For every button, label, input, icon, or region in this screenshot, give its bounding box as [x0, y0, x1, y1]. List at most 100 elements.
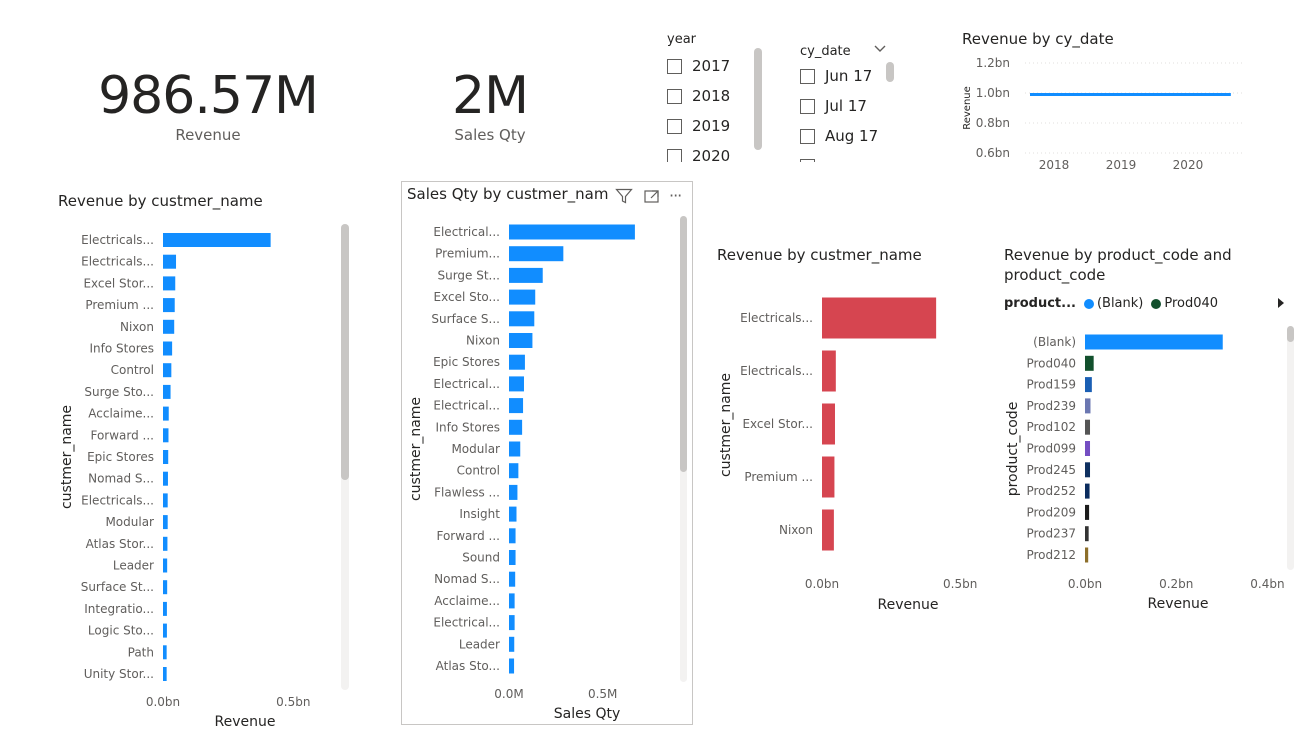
year-option-2019[interactable]: 2019	[667, 111, 767, 141]
checkbox[interactable]	[667, 118, 682, 134]
legend-item-blank[interactable]: (Blank)	[1097, 296, 1143, 311]
sales-qty-by-customer-chart[interactable]: 0.0M 0.5M Sales Qty custmer_name Electrical.…	[404, 208, 684, 724]
bar[interactable]	[163, 580, 168, 595]
category-label: Excel Stor...	[83, 276, 154, 290]
bar[interactable]	[509, 246, 564, 262]
bar[interactable]	[163, 406, 169, 421]
bar[interactable]	[163, 254, 177, 269]
bar[interactable]	[1085, 483, 1090, 499]
bar[interactable]	[509, 267, 543, 283]
sales-qty-card[interactable]: 2M Sales Qty	[400, 66, 580, 161]
bar[interactable]	[163, 645, 167, 660]
category-label: Electrical...	[433, 225, 500, 239]
bar[interactable]	[1085, 334, 1223, 350]
bar[interactable]	[163, 450, 169, 464]
revenue-card[interactable]: 986.57M Revenue	[88, 66, 328, 161]
bar[interactable]	[509, 484, 518, 500]
bar[interactable]	[1085, 419, 1091, 435]
bar[interactable]	[1085, 355, 1094, 371]
bar[interactable]	[509, 593, 515, 609]
bar[interactable]	[509, 311, 535, 327]
checkbox[interactable]	[800, 128, 815, 144]
rev-prod-scroll-track[interactable]	[1287, 326, 1294, 570]
bar[interactable]	[1085, 526, 1089, 542]
revenue-line-chart[interactable]: 1.2bn 1.0bn 0.8bn 0.6bn 2018 2019 2020 Revenue	[955, 52, 1255, 177]
bar[interactable]	[163, 601, 167, 616]
bar[interactable]	[163, 493, 168, 508]
bar[interactable]	[509, 376, 524, 392]
bar[interactable]	[1085, 377, 1092, 393]
bar[interactable]	[509, 354, 525, 370]
bar[interactable]	[163, 558, 168, 573]
bar[interactable]	[822, 403, 835, 445]
revenue-by-customer-top-chart[interactable]: 0.0bn 0.5bn Revenue custmer_name Electricals…	[712, 280, 992, 615]
bar[interactable]	[1085, 398, 1091, 414]
date-option-jun-17[interactable]: Jun 17	[800, 61, 900, 91]
bar[interactable]	[163, 341, 173, 356]
bar[interactable]	[163, 515, 168, 530]
bar[interactable]	[509, 571, 516, 587]
bar[interactable]	[509, 550, 516, 565]
more-options-icon[interactable]: ···	[669, 186, 682, 205]
bar[interactable]	[509, 658, 515, 674]
bar[interactable]	[163, 384, 171, 399]
bar[interactable]	[509, 419, 523, 435]
bar[interactable]	[822, 456, 835, 498]
revenue-by-product-chart[interactable]: 0.0bn 0.2bn 0.4bn Revenue product_code (Blank…	[1000, 320, 1285, 615]
year-option-2017[interactable]: 2017	[667, 51, 767, 81]
bar[interactable]	[163, 667, 167, 681]
bar[interactable]	[509, 398, 524, 414]
bar[interactable]	[163, 276, 176, 291]
category-label: Surge Sto...	[84, 385, 154, 399]
bar[interactable]	[509, 333, 533, 348]
date-option-partial[interactable]	[800, 151, 900, 162]
bar[interactable]	[163, 471, 168, 486]
checkbox[interactable]	[667, 58, 682, 74]
bar[interactable]	[509, 636, 515, 652]
legend-item-prod040[interactable]: Prod040	[1164, 296, 1218, 311]
focus-mode-icon[interactable]	[643, 188, 661, 204]
checkbox[interactable]	[800, 158, 815, 162]
bar[interactable]	[509, 506, 517, 522]
bar[interactable]	[163, 363, 172, 378]
year-option-label: 2017	[692, 57, 731, 75]
chevron-down-icon[interactable]	[873, 44, 887, 54]
bar[interactable]	[1085, 504, 1090, 520]
qty-cust-scrollbar[interactable]	[680, 216, 687, 472]
bar[interactable]	[822, 350, 836, 392]
bar[interactable]	[822, 297, 937, 339]
bar[interactable]	[163, 319, 175, 334]
year-option-2018[interactable]: 2018	[667, 81, 767, 111]
checkbox[interactable]	[667, 88, 682, 104]
bar[interactable]	[1085, 462, 1091, 478]
bar[interactable]	[509, 528, 516, 544]
bar[interactable]	[163, 233, 271, 247]
checkbox[interactable]	[667, 148, 682, 162]
bar[interactable]	[163, 623, 167, 638]
rev-cust-scrollbar[interactable]	[341, 224, 349, 480]
cy-date-slicer-scrollbar[interactable]	[886, 62, 894, 82]
bar[interactable]	[163, 428, 169, 443]
filter-icon[interactable]	[615, 188, 633, 204]
bar[interactable]	[509, 224, 635, 240]
bar[interactable]	[163, 298, 175, 313]
year-slicer-scrollbar[interactable]	[754, 48, 762, 150]
bar[interactable]	[1085, 547, 1089, 563]
date-option-aug-17[interactable]: Aug 17	[800, 121, 900, 151]
bar[interactable]	[509, 615, 515, 631]
revenue-by-customer-chart[interactable]: 0.0bn 0.5bnRevenue custmer_name Electricals…	[55, 215, 355, 732]
bar[interactable]	[163, 536, 168, 551]
bar[interactable]	[509, 463, 519, 479]
checkbox[interactable]	[800, 98, 815, 114]
date-option-jul-17[interactable]: Jul 17	[800, 91, 900, 121]
bar[interactable]	[822, 509, 834, 551]
bar[interactable]	[509, 289, 536, 305]
bar[interactable]	[509, 441, 521, 457]
year-slicer[interactable]: year 2017 2018 2019 2020	[667, 32, 767, 162]
checkbox[interactable]	[800, 68, 815, 84]
legend-next-icon[interactable]	[1277, 297, 1285, 309]
rev-prod-scrollbar[interactable]	[1287, 326, 1294, 342]
year-option-2020[interactable]: 2020	[667, 141, 767, 162]
bar[interactable]	[1085, 441, 1091, 456]
cy-date-slicer[interactable]: cy_date Jun 17 Jul 17 Aug 17	[800, 44, 900, 162]
